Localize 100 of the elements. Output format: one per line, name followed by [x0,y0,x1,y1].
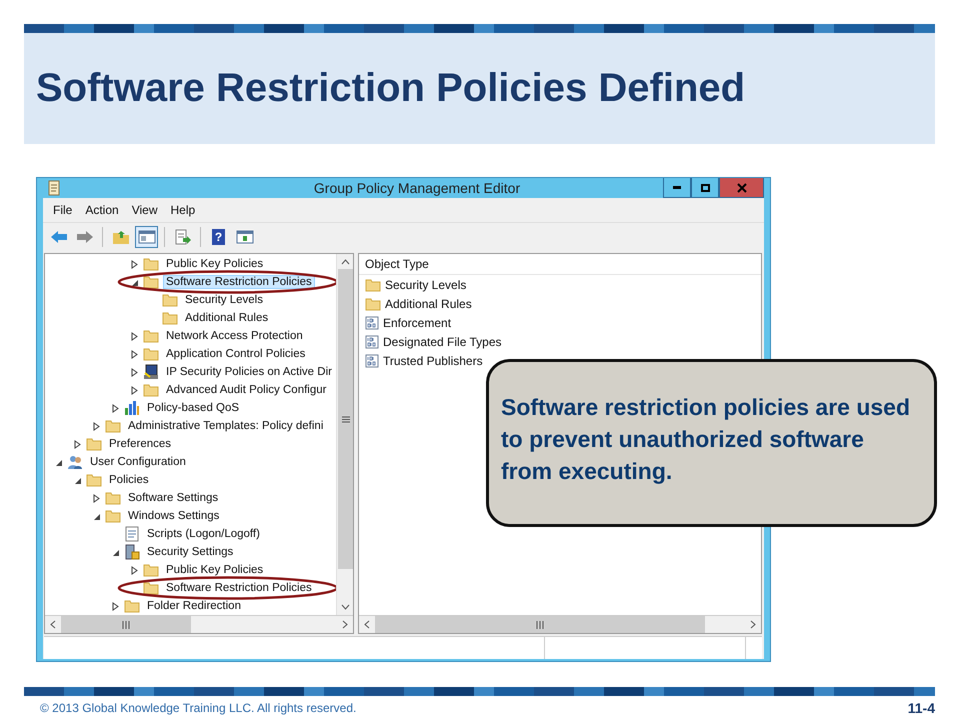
folder-icon [105,509,121,523]
tree-item[interactable]: Security Levels [182,293,266,307]
tree-item[interactable]: Windows Settings [125,509,222,523]
chevron-left-icon [50,620,56,629]
scroll-thumb[interactable] [375,616,705,633]
scroll-icon [47,180,61,196]
maximize-button[interactable] [691,178,719,198]
tree-item[interactable]: Folder Redirection [144,599,244,613]
scroll-thumb[interactable] [61,616,191,633]
tree-item[interactable]: Application Control Policies [163,347,308,361]
tree-item[interactable]: Policies [106,473,152,487]
slide-title: Software Restriction Policies Defined [36,66,746,111]
scroll-thumb[interactable] [338,269,353,569]
tree-item[interactable]: Preferences [106,437,174,451]
collapse-icon[interactable] [74,476,82,484]
tree-item[interactable]: Public Key Policies [163,563,266,577]
folder-icon [143,329,159,343]
minimize-icon [673,186,681,189]
list-item[interactable]: Designated File Types [383,334,502,348]
list-item[interactable]: Enforcement [383,316,452,330]
menu-item[interactable]: Help [170,203,196,217]
chevron-down-icon [340,604,350,610]
horizontal-scrollbar[interactable] [359,615,761,633]
binary-document-icon [365,354,379,368]
minimize-button[interactable] [663,178,691,198]
tree-item[interactable]: Software Restriction Policies [163,275,315,289]
folder-icon [143,383,159,397]
server-lock-icon [124,544,140,560]
right-arrow-icon [76,230,94,244]
left-arrow-icon [50,230,68,244]
tree-item[interactable]: Network Access Protection [163,329,306,343]
folder-icon [143,563,159,577]
folder-icon [112,229,130,245]
expand-icon[interactable] [112,404,120,412]
folder-icon [105,491,121,505]
menu-item[interactable]: File [53,203,72,217]
close-button[interactable] [719,178,764,198]
list-item[interactable]: Security Levels [385,278,466,292]
folder-icon [162,293,178,307]
window-title: Group Policy Management Editor [312,180,522,196]
page-number: 11-4 [908,700,935,716]
tree-item[interactable]: Additional Rules [182,311,272,325]
computer-icon [143,364,159,380]
binary-document-icon [365,316,379,330]
folder-icon [143,581,159,595]
chevron-up-icon [340,259,350,265]
collapse-icon[interactable] [93,512,101,520]
tree-item[interactable]: IP Security Policies on Active Dir [163,365,335,379]
tree-item[interactable]: Administrative Templates: Policy defini [125,419,326,433]
export-icon [174,229,192,245]
tree-item[interactable]: Public Key Policies [163,257,266,271]
expand-icon[interactable] [93,422,101,430]
vertical-scrollbar[interactable] [336,254,353,615]
expand-icon[interactable] [131,566,139,574]
binary-document-icon [365,334,379,348]
document-icon [124,526,140,542]
folder-icon [365,296,381,310]
folder-icon [124,599,140,613]
grip-icon [122,620,130,628]
panel-icon [236,229,254,245]
grip-icon [536,620,544,628]
chevron-right-icon [342,620,348,629]
folder-icon [162,311,178,325]
chevron-right-icon [750,620,756,629]
tree-item[interactable]: Advanced Audit Policy Configur [163,383,330,397]
users-icon [67,454,83,470]
expand-icon[interactable] [112,602,120,610]
close-icon [736,182,746,192]
chevron-left-icon [364,620,370,629]
folder-icon [105,419,121,433]
menu-item[interactable]: Action [85,203,119,217]
list-item[interactable]: Trusted Publishers [383,354,483,368]
folder-icon [143,257,159,271]
panel-icon [138,229,156,245]
tree-item[interactable]: Security Settings [144,545,236,559]
grip-icon [342,416,350,422]
expand-icon[interactable] [93,494,101,502]
horizontal-scrollbar[interactable] [45,615,353,633]
tree-item[interactable]: Policy-based QoS [144,401,242,415]
toolbar-button[interactable] [135,226,158,248]
column-header[interactable]: Object Type [359,254,761,275]
folder-icon [86,473,102,487]
list-item[interactable]: Additional Rules [385,296,472,310]
folder-icon [86,437,102,451]
collapse-icon[interactable] [131,278,139,286]
maximize-icon [700,184,710,192]
tree-item[interactable]: Scripts (Logon/Logoff) [144,527,263,541]
copyright-text: © 2013 Global Knowledge Training LLC. All rights reserved. [40,701,356,715]
callout-text: Software restriction policies are used to prevent unauthorized software from executing. [501,393,911,486]
tree-item[interactable]: Software Settings [125,491,222,505]
bar-chart-icon [124,400,140,416]
folder-icon [365,278,381,292]
expand-icon[interactable] [74,440,82,448]
toolbar-button[interactable]: ? [207,226,230,248]
tree-item[interactable]: User Configuration [87,455,189,469]
expand-icon[interactable] [131,260,139,268]
menu-item[interactable]: View [132,203,158,217]
folder-icon [143,347,159,361]
collapse-icon[interactable] [55,458,63,466]
collapse-icon[interactable] [112,548,120,556]
